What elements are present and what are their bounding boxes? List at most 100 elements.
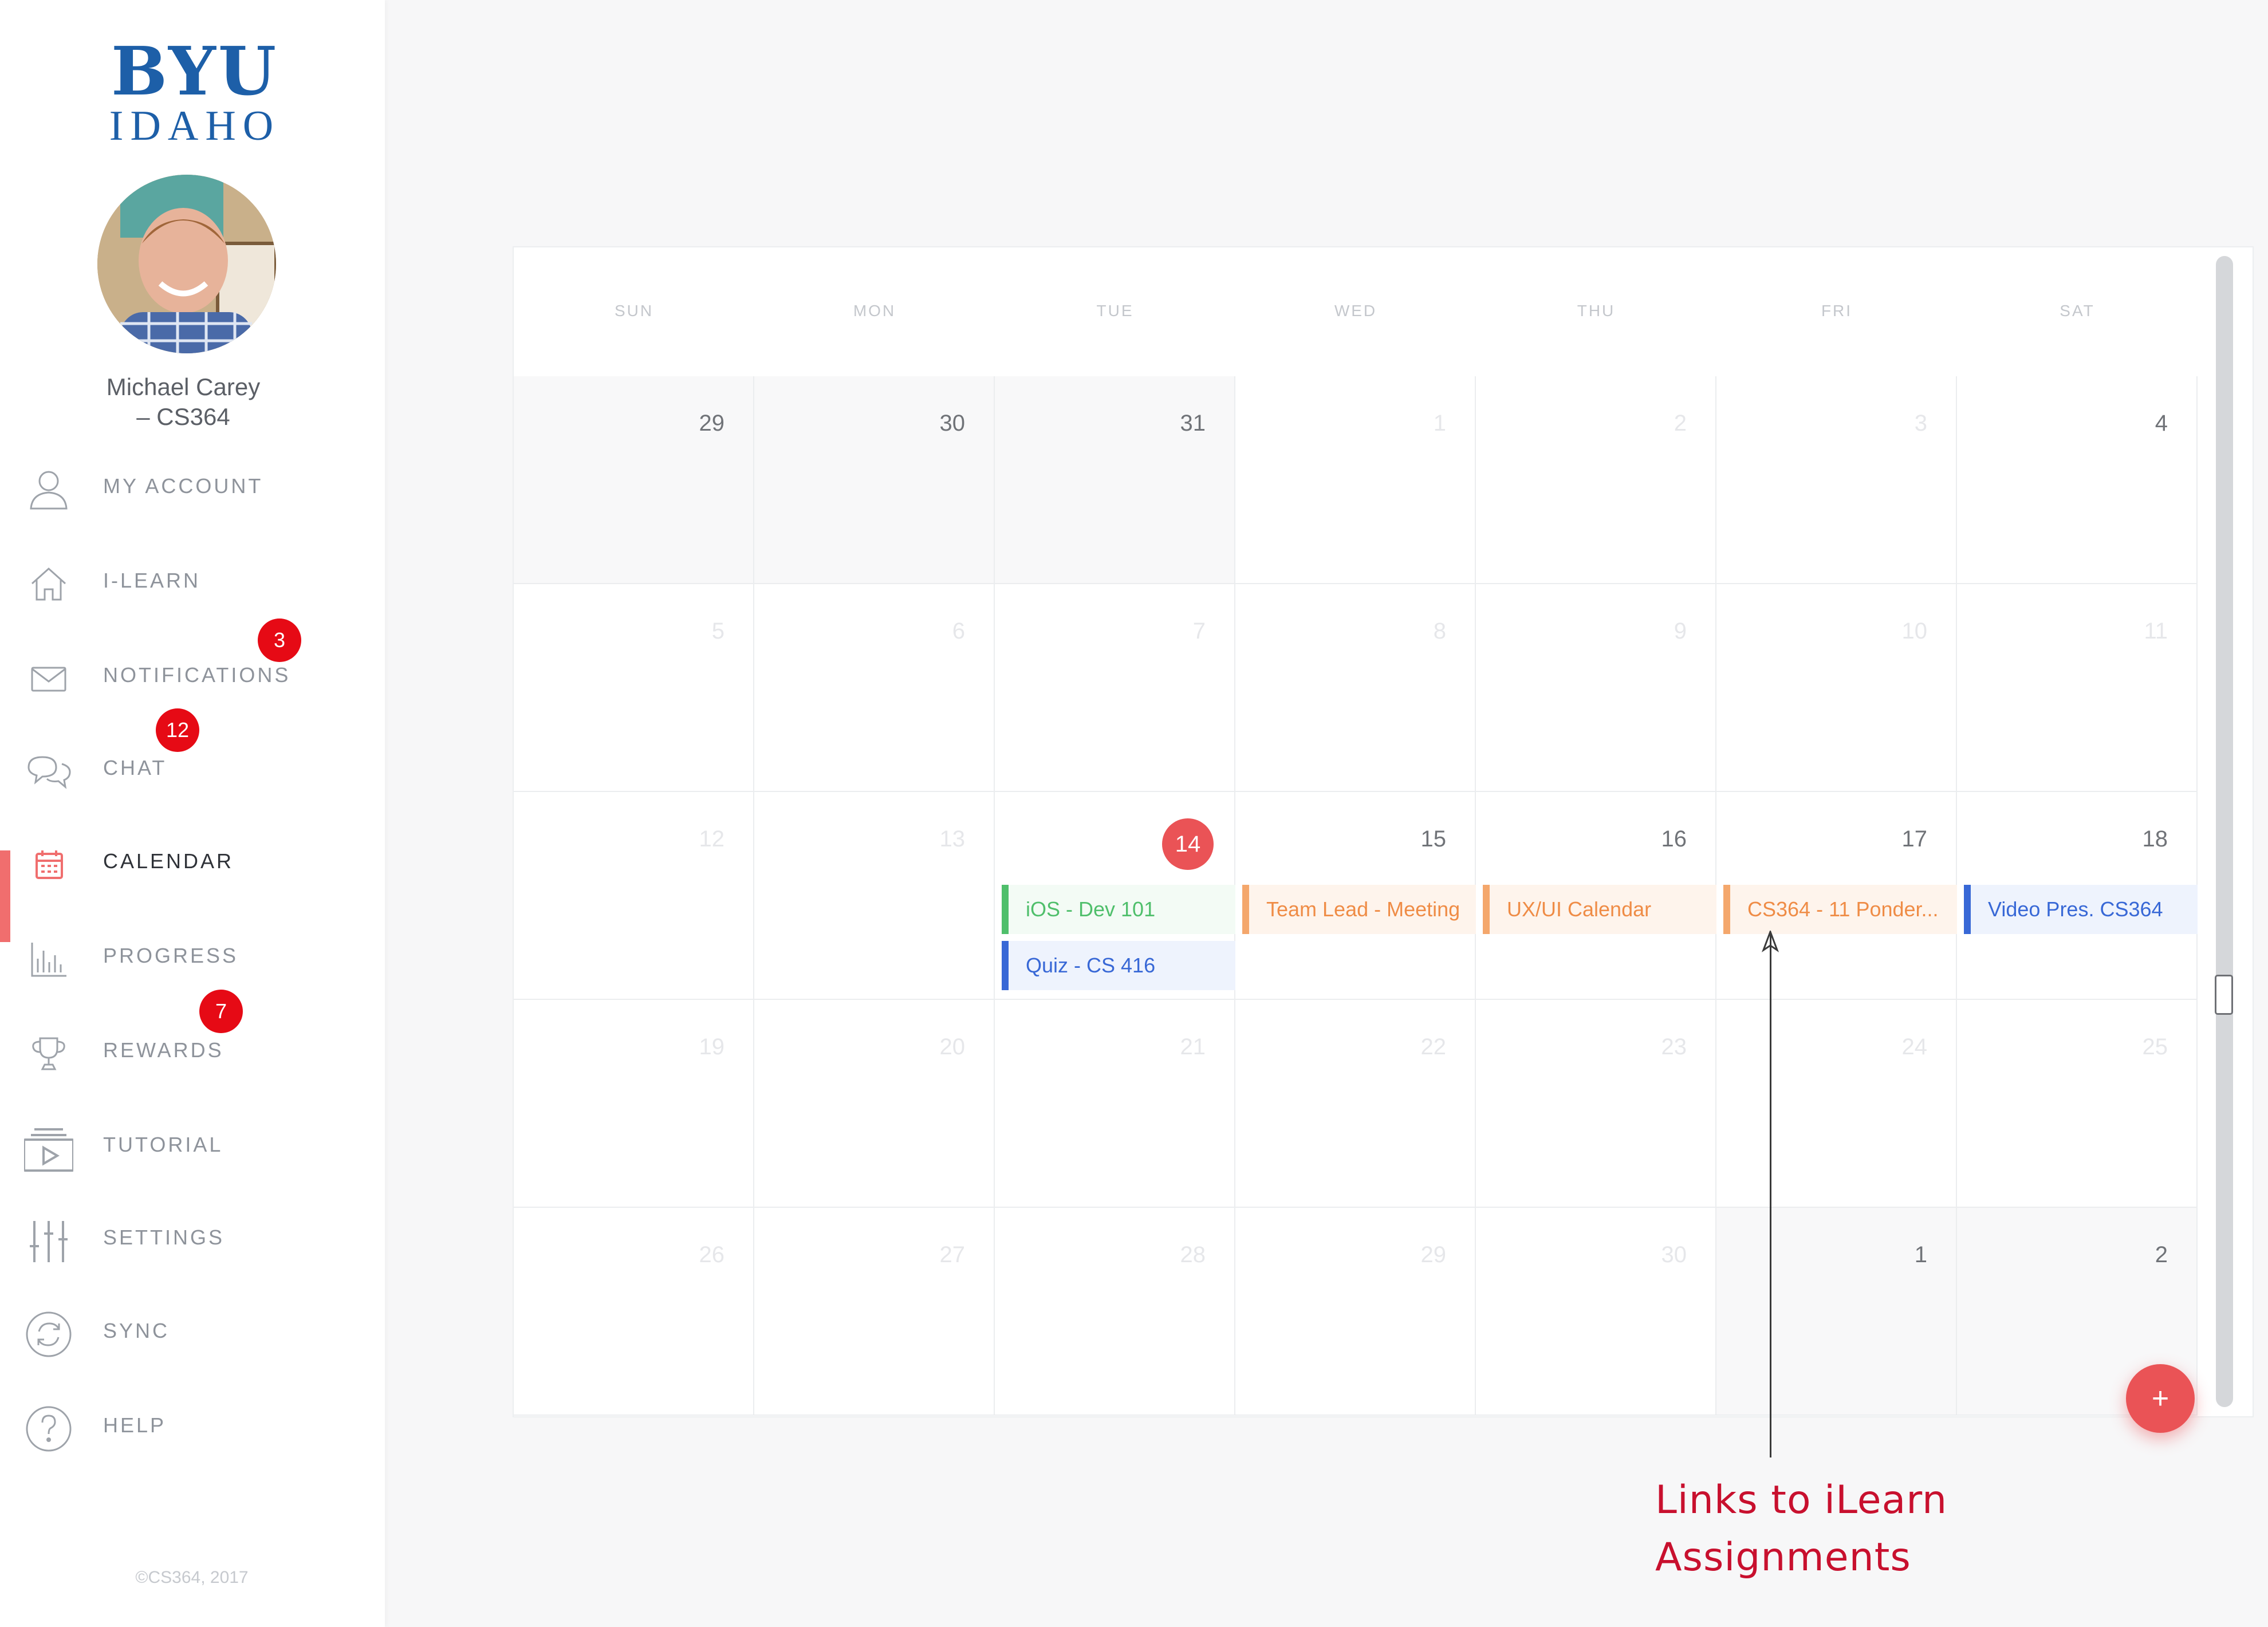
day-number: 26 (699, 1242, 725, 1267)
day-cell[interactable]: 22 (1235, 1000, 1476, 1208)
day-cell[interactable]: 25 (1957, 1000, 2198, 1208)
day-cell[interactable]: 13 (754, 792, 995, 1000)
sync-icon (24, 1310, 73, 1359)
day-number: 10 (1901, 619, 1928, 644)
sidebar-item-sync[interactable]: SYNC (0, 1303, 385, 1383)
day-cell[interactable]: 15 Team Lead - Meeting (1235, 792, 1476, 1000)
day-number: 28 (1180, 1242, 1206, 1267)
sidebar-item-i-learn[interactable]: I-LEARN (0, 553, 385, 633)
day-cell[interactable]: 24 (1716, 1000, 1957, 1208)
day-cell[interactable]: 7 (995, 584, 1235, 792)
sidebar-item-chat[interactable]: CHAT 12 (0, 708, 385, 820)
day-cell[interactable]: 1 (1235, 376, 1476, 584)
sidebar-item-label: PROGRESS (103, 944, 239, 967)
calendar-grid: 29 30 31 1 2 3 4 5 6 7 8 9 10 11 12 13 1… (514, 376, 2200, 1416)
sidebar-item-progress[interactable]: PROGRESS (0, 928, 385, 1008)
day-cell[interactable]: 17 CS364 - 11 Ponder... (1716, 792, 1957, 1000)
day-cell[interactable]: 9 (1476, 584, 1716, 792)
day-cell-today[interactable]: 14 iOS - Dev 101 Quiz - CS 416 (995, 792, 1235, 1000)
add-event-button[interactable]: + (2126, 1364, 2195, 1433)
day-cell[interactable]: 31 (995, 376, 1235, 584)
day-number: 24 (1901, 1034, 1928, 1059)
day-cell[interactable]: 18 Video Pres. CS364 (1957, 792, 2198, 1000)
chat-badge: 12 (156, 708, 199, 752)
day-number: 1 (1914, 1242, 1927, 1267)
weekday-tue: TUE (1096, 302, 1134, 320)
day-number: 7 (1192, 619, 1206, 644)
day-number: 4 (2155, 411, 2168, 436)
sidebar-item-calendar[interactable]: CALENDAR (0, 833, 385, 942)
day-number: 27 (939, 1242, 966, 1267)
day-cell[interactable]: 30 (1476, 1208, 1716, 1416)
sidebar-item-rewards[interactable]: REWARDS 7 (0, 990, 385, 1102)
event-cs364-ponder[interactable]: CS364 - 11 Ponder... (1723, 885, 1957, 934)
event-ios-dev[interactable]: iOS - Dev 101 (1002, 885, 1235, 934)
day-number: 19 (699, 1034, 725, 1059)
weekday-sat: SAT (2060, 302, 2095, 320)
sidebar-item-help[interactable]: HELP (0, 1397, 385, 1478)
annotation-line2: Assignments (1655, 1535, 1911, 1580)
sidebar-item-label: SETTINGS (103, 1226, 225, 1249)
day-cell[interactable]: 28 (995, 1208, 1235, 1416)
byu-idaho-logo[interactable]: BYU IDAHO (109, 38, 281, 149)
annotation-arrow-line (1770, 933, 1771, 1457)
event-quiz[interactable]: Quiz - CS 416 (1002, 941, 1235, 990)
day-number: 31 (1180, 411, 1206, 436)
day-number: 5 (711, 619, 724, 644)
day-number: 12 (699, 826, 725, 852)
day-cell[interactable]: 2 (1476, 376, 1716, 584)
weekday-wed: WED (1334, 302, 1377, 320)
day-cell[interactable]: 4 (1957, 376, 2198, 584)
day-number: 2 (1674, 411, 1687, 436)
event-ux-ui[interactable]: UX/UI Calendar (1483, 885, 1716, 934)
sidebar-item-settings[interactable]: SETTINGS (0, 1210, 385, 1290)
day-number: 15 (1420, 826, 1447, 852)
event-video-pres[interactable]: Video Pres. CS364 (1964, 885, 2198, 934)
day-cell[interactable]: 3 (1716, 376, 1957, 584)
day-cell[interactable]: 8 (1235, 584, 1476, 792)
day-cell[interactable]: 27 (754, 1208, 995, 1416)
day-cell[interactable]: 20 (754, 1000, 995, 1208)
event-team-lead[interactable]: Team Lead - Meeting (1242, 885, 1476, 934)
video-icon (24, 1124, 73, 1173)
day-cell[interactable]: 19 (514, 1000, 754, 1208)
weekday-sun: SUN (614, 302, 654, 320)
day-cell[interactable]: 23 (1476, 1000, 1716, 1208)
day-number: 18 (2142, 826, 2168, 852)
sidebar-item-my-account[interactable]: MY ACCOUNT (0, 458, 385, 538)
day-cell[interactable]: 29 (1235, 1208, 1476, 1416)
avatar[interactable] (97, 175, 276, 353)
day-number: 9 (1674, 619, 1687, 644)
copyright: ©CS364, 2017 (135, 1568, 249, 1587)
day-cell[interactable]: 11 (1957, 584, 2198, 792)
day-cell[interactable]: 21 (995, 1000, 1235, 1208)
day-number: 16 (1661, 826, 1687, 852)
scrollbar-thumb[interactable] (2215, 975, 2233, 1015)
sidebar-item-label: REWARDS (103, 1038, 224, 1062)
day-cell[interactable]: 26 (514, 1208, 754, 1416)
home-icon (24, 560, 73, 609)
day-number: 1 (1433, 411, 1446, 436)
day-cell[interactable]: 1 (1716, 1208, 1957, 1416)
day-cell[interactable]: 12 (514, 792, 754, 1000)
day-cell[interactable]: 5 (514, 584, 754, 792)
day-number: 6 (952, 619, 965, 644)
today-marker: 14 (1162, 818, 1214, 870)
weekday-header: SUN MON TUE WED THU FRI SAT (514, 302, 2200, 336)
day-number: 23 (1661, 1034, 1687, 1059)
scrollbar-track[interactable] (2216, 256, 2233, 1407)
user-icon (24, 465, 73, 514)
day-number: 3 (1914, 411, 1927, 436)
trophy-icon (24, 1029, 73, 1078)
day-cell[interactable]: 29 (514, 376, 754, 584)
sidebar-item-tutorial[interactable]: TUTORIAL (0, 1117, 385, 1197)
day-cell[interactable]: 10 (1716, 584, 1957, 792)
annotation-text: Links to iLearn Assignments (1655, 1472, 1947, 1586)
day-cell[interactable]: 30 (754, 376, 995, 584)
day-number: 30 (939, 411, 966, 436)
day-cell[interactable]: 6 (754, 584, 995, 792)
day-number: 13 (939, 826, 966, 852)
day-cell[interactable]: 16 UX/UI Calendar (1476, 792, 1716, 1000)
day-number: 21 (1180, 1034, 1206, 1059)
notification-badge: 3 (258, 619, 301, 662)
